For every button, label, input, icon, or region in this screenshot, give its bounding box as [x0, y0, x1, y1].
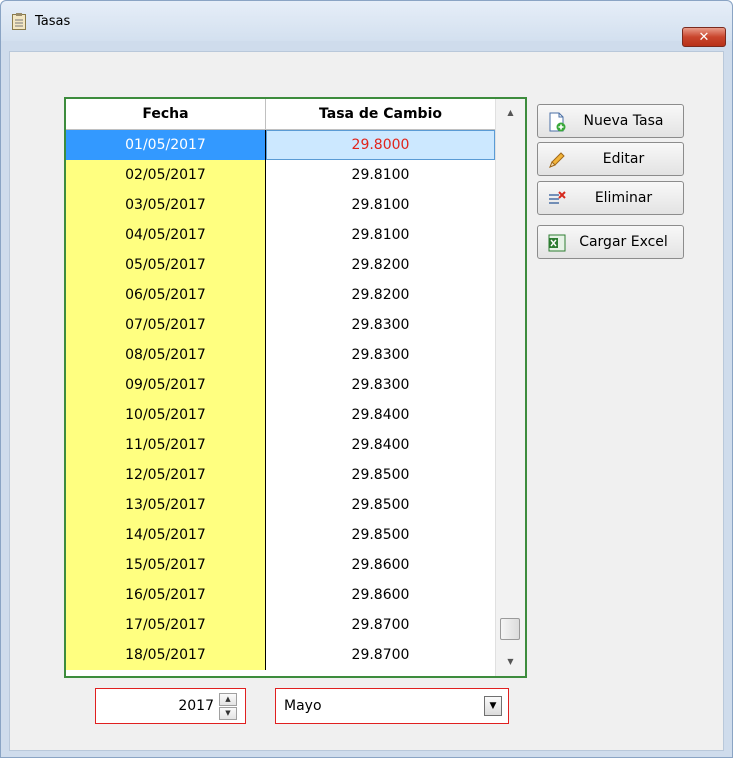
- close-button[interactable]: ✕: [682, 27, 726, 47]
- table-row[interactable]: 03/05/2017 29.8100: [66, 190, 495, 220]
- cell-fecha[interactable]: 13/05/2017: [66, 490, 266, 520]
- cell-fecha[interactable]: 10/05/2017: [66, 400, 266, 430]
- cell-tasa[interactable]: 29.8400: [266, 430, 495, 460]
- edit-label: Editar: [602, 151, 645, 167]
- table-row[interactable]: 18/05/2017 29.8700: [66, 640, 495, 670]
- table-row[interactable]: 16/05/2017 29.8600: [66, 580, 495, 610]
- cell-fecha[interactable]: 09/05/2017: [66, 370, 266, 400]
- cell-fecha[interactable]: 11/05/2017: [66, 430, 266, 460]
- scroll-up-icon[interactable]: ▲: [496, 99, 525, 127]
- cell-fecha[interactable]: 07/05/2017: [66, 310, 266, 340]
- clipboard-icon: [12, 13, 26, 30]
- cell-tasa[interactable]: 29.8100: [266, 220, 495, 250]
- cell-fecha[interactable]: 15/05/2017: [66, 550, 266, 580]
- cell-fecha[interactable]: 05/05/2017: [66, 250, 266, 280]
- window-title: Tasas: [35, 14, 71, 29]
- pencil-icon: [549, 152, 565, 168]
- cell-fecha[interactable]: 06/05/2017: [66, 280, 266, 310]
- cell-fecha[interactable]: 02/05/2017: [66, 160, 266, 190]
- delete-rows-icon: [549, 191, 566, 204]
- load-excel-label: Cargar Excel: [579, 234, 668, 250]
- table-row[interactable]: 02/05/2017 29.8100: [66, 160, 495, 190]
- cell-tasa[interactable]: 29.8300: [266, 340, 495, 370]
- vertical-scrollbar[interactable]: ▲ ▼: [495, 99, 525, 676]
- table-row[interactable]: 05/05/2017 29.8200: [66, 250, 495, 280]
- column-header-tasa[interactable]: Tasa de Cambio: [266, 99, 495, 129]
- cell-tasa[interactable]: 29.8000: [266, 130, 495, 160]
- cell-tasa[interactable]: 29.8700: [266, 640, 495, 670]
- new-rate-label: Nueva Tasa: [583, 113, 664, 129]
- cell-fecha[interactable]: 17/05/2017: [66, 610, 266, 640]
- cell-tasa[interactable]: 29.8400: [266, 400, 495, 430]
- title-bar: Tasas ✕: [1, 1, 732, 47]
- table-row[interactable]: 14/05/2017 29.8500: [66, 520, 495, 550]
- cell-fecha[interactable]: 16/05/2017: [66, 580, 266, 610]
- table-row[interactable]: 07/05/2017 29.8300: [66, 310, 495, 340]
- table-row[interactable]: 12/05/2017 29.8500: [66, 460, 495, 490]
- table-row[interactable]: 15/05/2017 29.8600: [66, 550, 495, 580]
- month-select[interactable]: Mayo ▼: [275, 688, 509, 724]
- table-row[interactable]: 04/05/2017 29.8100: [66, 220, 495, 250]
- year-spinner[interactable]: 2017 ▲ ▼: [95, 688, 246, 724]
- table-row[interactable]: 17/05/2017 29.8700: [66, 610, 495, 640]
- table-row[interactable]: 08/05/2017 29.8300: [66, 340, 495, 370]
- scroll-down-icon[interactable]: ▼: [496, 648, 525, 676]
- cell-tasa[interactable]: 29.8600: [266, 580, 495, 610]
- cell-tasa[interactable]: 29.8700: [266, 610, 495, 640]
- cell-tasa[interactable]: 29.8300: [266, 370, 495, 400]
- cell-tasa[interactable]: 29.8300: [266, 310, 495, 340]
- month-value: Mayo: [284, 698, 322, 714]
- new-document-icon: [549, 112, 566, 132]
- cell-fecha[interactable]: 14/05/2017: [66, 520, 266, 550]
- edit-button[interactable]: Editar: [537, 142, 684, 176]
- cell-tasa[interactable]: 29.8500: [266, 520, 495, 550]
- cell-fecha[interactable]: 01/05/2017: [66, 130, 266, 160]
- grid-header: Fecha Tasa de Cambio: [66, 99, 495, 130]
- scroll-thumb[interactable]: [500, 618, 520, 640]
- new-rate-button[interactable]: Nueva Tasa: [537, 104, 684, 138]
- cell-tasa[interactable]: 29.8100: [266, 160, 495, 190]
- cell-tasa[interactable]: 29.8500: [266, 460, 495, 490]
- grid-rows: 01/05/2017 29.8000 02/05/2017 29.8100 03/05/…: [66, 130, 495, 670]
- excel-icon: [548, 234, 566, 252]
- chevron-down-icon[interactable]: ▼: [484, 696, 502, 716]
- cell-tasa[interactable]: 29.8200: [266, 280, 495, 310]
- table-row[interactable]: 13/05/2017 29.8500: [66, 490, 495, 520]
- delete-button[interactable]: Eliminar: [537, 181, 684, 215]
- table-row[interactable]: 06/05/2017 29.8200: [66, 280, 495, 310]
- cell-tasa[interactable]: 29.8500: [266, 490, 495, 520]
- cell-fecha[interactable]: 18/05/2017: [66, 640, 266, 670]
- cell-fecha[interactable]: 03/05/2017: [66, 190, 266, 220]
- cell-fecha[interactable]: 12/05/2017: [66, 460, 266, 490]
- cell-tasa[interactable]: 29.8100: [266, 190, 495, 220]
- table-row[interactable]: 09/05/2017 29.8300: [66, 370, 495, 400]
- table-row[interactable]: 11/05/2017 29.8400: [66, 430, 495, 460]
- cell-fecha[interactable]: 08/05/2017: [66, 340, 266, 370]
- cell-tasa[interactable]: 29.8600: [266, 550, 495, 580]
- table-row[interactable]: 10/05/2017 29.8400: [66, 400, 495, 430]
- table-row[interactable]: 01/05/2017 29.8000: [66, 130, 495, 160]
- spin-up-icon[interactable]: ▲: [219, 693, 237, 706]
- spin-down-icon[interactable]: ▼: [219, 707, 237, 720]
- column-header-fecha[interactable]: Fecha: [66, 99, 266, 129]
- cell-tasa[interactable]: 29.8200: [266, 250, 495, 280]
- cell-fecha[interactable]: 04/05/2017: [66, 220, 266, 250]
- rates-grid[interactable]: Fecha Tasa de Cambio 01/05/2017 29.8000 02…: [64, 97, 527, 678]
- year-value[interactable]: 2017: [96, 689, 214, 723]
- load-excel-button[interactable]: Cargar Excel: [537, 225, 684, 259]
- delete-label: Eliminar: [594, 190, 653, 206]
